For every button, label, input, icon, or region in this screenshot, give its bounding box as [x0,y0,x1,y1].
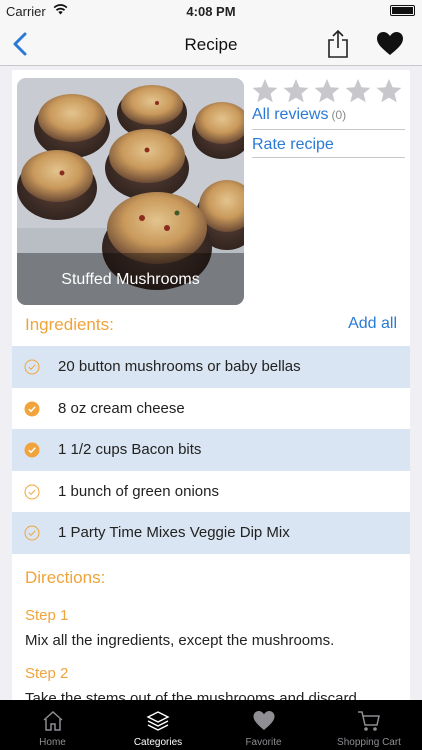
heart-icon [253,711,274,730]
ingredient-label: 1 bunch of green onions [58,482,219,500]
tab-label: Favorite [245,737,282,748]
ingredient-row[interactable]: 20 button mushrooms or baby bellas [12,346,410,388]
page-title: Recipe [184,35,238,54]
ingredient-row[interactable]: 8 oz cream cheese [12,388,410,430]
review-count: (0) [331,108,347,122]
status-bar: Carrier 4:08 PM [0,0,422,22]
tab-home[interactable]: Home [0,700,105,750]
ingredient-row[interactable]: 1 1/2 cups Bacon bits [12,429,410,471]
tab-label: Home [39,737,66,748]
tab-categories[interactable]: Categories [105,700,211,750]
recipe-name: Stuffed Mushrooms [61,271,200,288]
checked-circle-icon[interactable] [24,442,40,458]
rate-recipe-link[interactable]: Rate recipe [252,136,405,158]
step-text: Mix all the ingredients, except the mush… [25,632,335,649]
ingredient-label: 8 oz cream cheese [58,399,185,417]
star-icon[interactable] [283,78,309,104]
recipe-photo[interactable]: Stuffed Mushrooms [17,78,244,305]
star-icon[interactable] [314,78,340,104]
ingredient-row[interactable]: 1 Party Time Mixes Veggie Dip Mix [12,512,410,554]
ingredient-label: 1 Party Time Mixes Veggie Dip Mix [58,524,290,542]
ingredient-label: 20 button mushrooms or baby bellas [58,358,301,375]
cart-icon [358,711,380,731]
star-icon[interactable] [252,78,278,104]
all-reviews-label: All reviews [252,106,329,123]
directions-heading: Directions: [25,568,106,587]
tab-label: Categories [133,737,183,748]
tab-favorite[interactable]: Favorite [211,700,316,750]
home-icon [43,710,62,731]
unchecked-circle-icon[interactable] [24,525,40,541]
battery-icon [390,5,415,16]
star-icon[interactable] [376,78,402,104]
favorite-heart-icon[interactable] [376,31,404,57]
star-icon[interactable] [345,78,371,104]
clock: 4:08 PM [186,4,236,19]
unchecked-circle-icon[interactable] [24,359,40,375]
step-title: Step 1 [25,607,69,624]
add-all-button[interactable]: Add all [348,315,397,333]
ingredients-list: 20 button mushrooms or baby bellas 8 oz … [12,346,410,554]
step-title: Step 2 [25,665,69,682]
ingredient-row[interactable]: 1 bunch of green onions [12,471,410,513]
all-reviews-link[interactable]: All reviews (0) [252,106,405,130]
unchecked-circle-icon[interactable] [24,484,40,500]
checked-circle-icon[interactable] [24,401,40,417]
share-icon[interactable] [326,29,350,59]
tab-bar: Home Categories Favorite Shopping Cart [0,700,422,750]
ingredient-label: 1 1/2 cups Bacon bits [58,441,202,459]
tab-shopping-cart[interactable]: Shopping Cart [316,700,422,750]
categories-icon [146,711,170,731]
ingredients-heading: Ingredients: [25,315,114,334]
tab-label: Shopping Cart [337,737,401,748]
navigation-bar: Recipe [0,22,422,66]
recipe-content: Stuffed Mushrooms All reviews (0) Rate re… [12,70,410,710]
